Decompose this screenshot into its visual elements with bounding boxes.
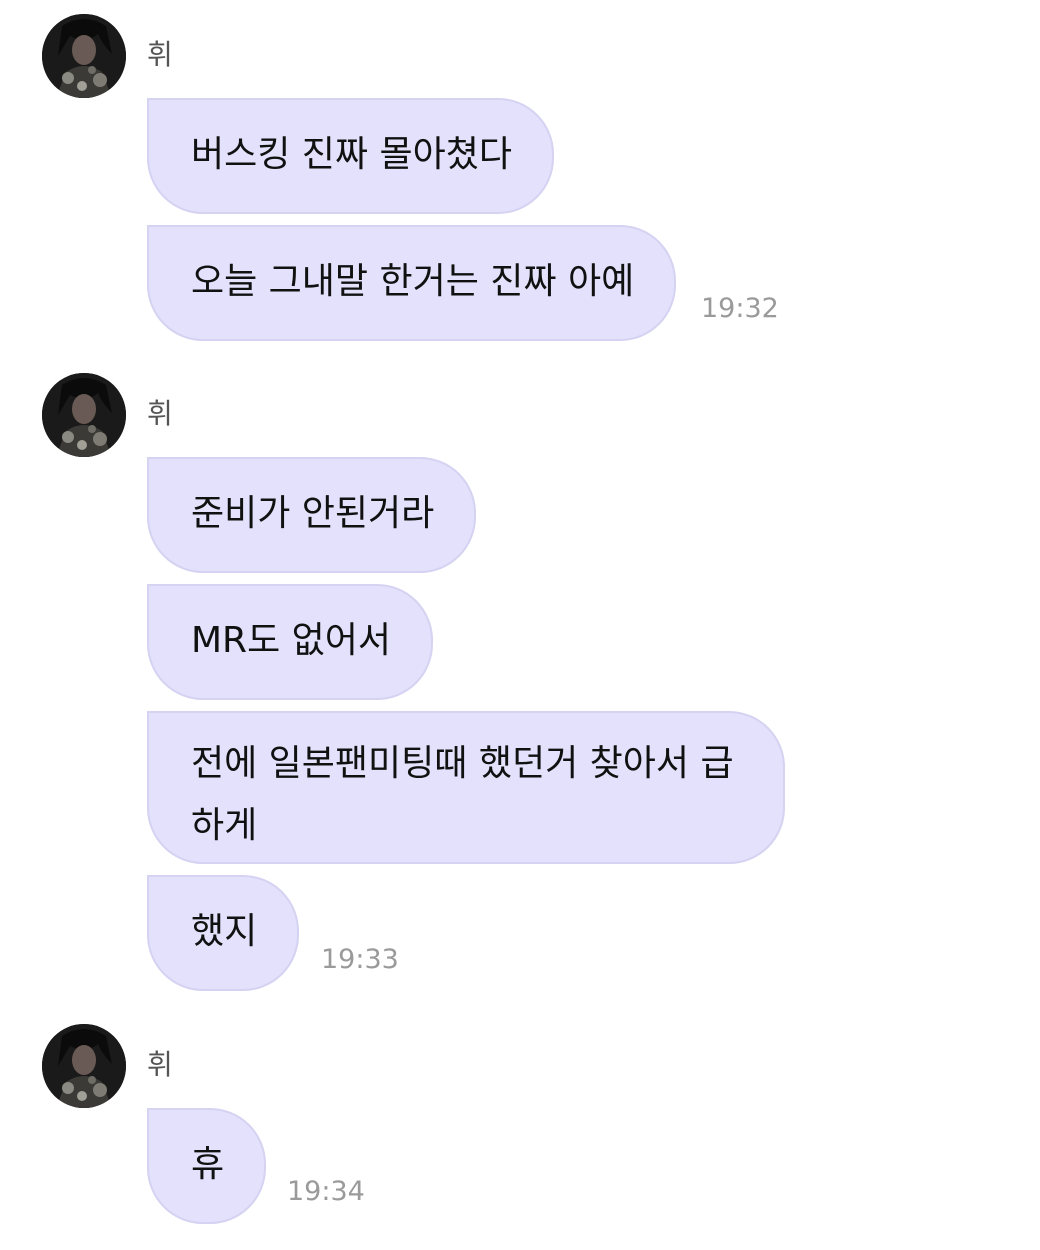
message-bubble[interactable]: 전에 일본팬미팅때 했던거 찾아서 급하게 — [147, 711, 785, 864]
profile-photo-icon — [42, 14, 126, 98]
avatar[interactable] — [42, 14, 126, 98]
profile-photo-icon — [42, 1024, 126, 1108]
message-bubble[interactable]: 오늘 그내말 한거는 진짜 아예 — [147, 225, 677, 341]
message-timestamp: 19:33 — [321, 944, 399, 975]
sender-name: 휘 — [147, 38, 173, 71]
message-timestamp: 19:34 — [287, 1176, 365, 1207]
sender-name: 휘 — [147, 397, 173, 430]
avatar[interactable] — [42, 373, 126, 457]
message-bubble[interactable]: 버스킹 진짜 몰아쳤다 — [147, 98, 554, 214]
chat-thread: 휘 버스킹 진짜 몰아쳤다 오늘 그내말 한거는 진짜 아예 19:32 휘 준… — [0, 0, 1040, 1250]
message-bubble[interactable]: MR도 없어서 — [147, 584, 433, 700]
message-timestamp: 19:32 — [701, 293, 779, 324]
profile-photo-icon — [42, 373, 126, 457]
sender-name: 휘 — [147, 1048, 173, 1081]
message-bubble[interactable]: 휴 — [147, 1108, 267, 1224]
message-bubble[interactable]: 했지 — [147, 875, 300, 991]
avatar[interactable] — [42, 1024, 126, 1108]
message-bubble[interactable]: 준비가 안된거라 — [147, 457, 477, 573]
